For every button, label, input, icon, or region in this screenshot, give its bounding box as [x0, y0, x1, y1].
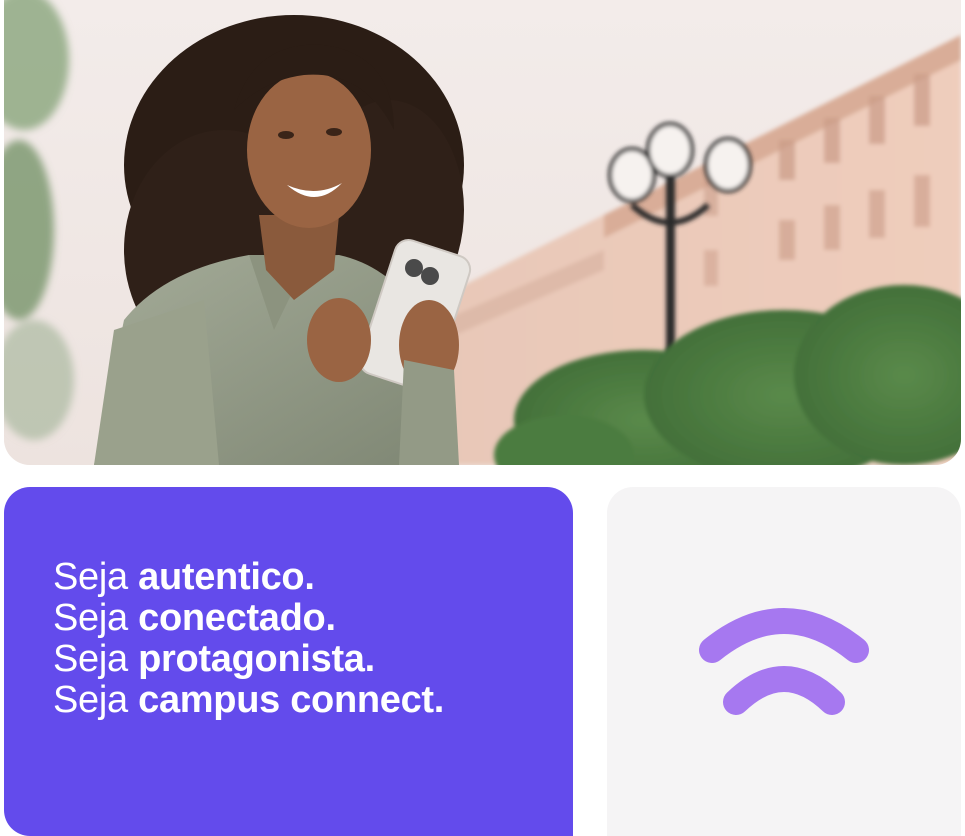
slogan-emphasis: autentico.	[138, 556, 315, 598]
slogan-line-authentic: Seja autentico.	[53, 557, 573, 598]
logo-arc-inner	[723, 666, 845, 715]
hero-photo	[4, 0, 961, 465]
campus-connect-signal-icon	[699, 608, 869, 715]
slogan-emphasis: protagonista.	[138, 638, 375, 680]
slogan-prefix: Seja	[53, 679, 128, 721]
slogan-line-protagonist: Seja protagonista.	[53, 639, 573, 680]
slogan-line-campus-connect: Seja campus connect.	[53, 680, 573, 721]
slogan-emphasis: conectado.	[138, 597, 336, 639]
slogan-prefix: Seja	[53, 556, 128, 598]
logo-arc-outer	[699, 608, 869, 663]
slogan-prefix: Seja	[53, 597, 128, 639]
logo-card	[607, 487, 961, 836]
hero-illustration	[4, 0, 961, 465]
slogan-card: Seja autentico. Seja conectado. Seja pro…	[4, 487, 573, 836]
slogan-line-connected: Seja conectado.	[53, 598, 573, 639]
slogan-emphasis: campus connect.	[138, 679, 445, 721]
slogan-prefix: Seja	[53, 638, 128, 680]
